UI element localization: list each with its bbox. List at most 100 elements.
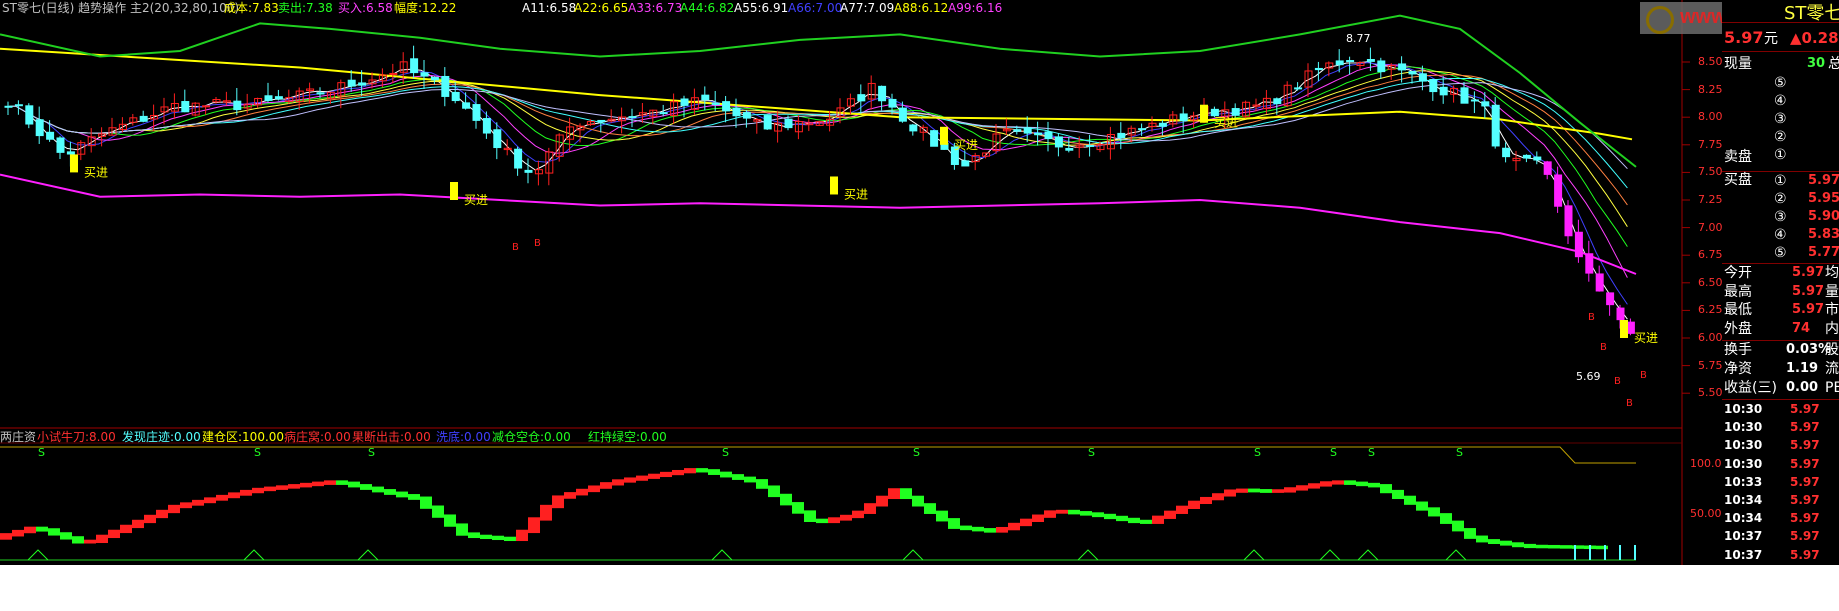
sell-label: 卖盘	[1724, 149, 1752, 165]
sub-block	[216, 494, 228, 501]
sub-triangle	[1319, 549, 1341, 561]
candle	[56, 137, 65, 153]
candle	[1138, 128, 1147, 131]
sub-block	[984, 528, 996, 533]
candle	[1013, 129, 1022, 132]
ma-readout-5: A66:7.00	[788, 1, 843, 15]
sub-block	[444, 514, 456, 527]
sub-block	[876, 495, 888, 507]
buy-label: 买进	[844, 187, 868, 201]
s-marker: S	[1368, 446, 1375, 459]
price-tick-2: 8.00	[1698, 110, 1723, 124]
buy-label: 买进	[464, 193, 488, 207]
lower-band-line	[0, 173, 1637, 275]
sub-block	[1080, 511, 1092, 516]
sub-block	[336, 480, 348, 485]
low-price-label: 5.69	[1576, 370, 1601, 383]
price-tick-11: 5.75	[1698, 358, 1723, 372]
tick-price-0: 5.97	[1790, 402, 1820, 416]
tick-price-8: 5.97	[1790, 547, 1820, 562]
indicator-2: 买入:6.58	[338, 1, 393, 15]
candle	[389, 72, 398, 75]
candle	[14, 104, 23, 107]
sub-block	[1212, 493, 1224, 501]
ma-readout-1: A22:6.65	[574, 1, 629, 15]
candle	[274, 96, 283, 100]
sub-block	[1452, 520, 1464, 532]
quote-price: 5.97	[1724, 28, 1764, 47]
sub-block	[396, 491, 408, 498]
sub-block	[1428, 507, 1440, 517]
sub-block	[48, 528, 60, 536]
sub-block	[852, 510, 864, 519]
sub-block	[768, 485, 780, 498]
sub-block	[348, 481, 360, 488]
candle	[1595, 273, 1604, 292]
sub-block	[312, 481, 324, 487]
sub-block	[804, 510, 816, 522]
sub-indicator-4: 果断出击:0.00	[352, 430, 431, 444]
buy-label: 买盘	[1724, 172, 1752, 188]
candle	[451, 91, 460, 102]
sub-triangle	[1357, 549, 1379, 561]
tick-time-4: 10:33	[1724, 474, 1763, 489]
candle	[1158, 122, 1167, 127]
sell-level-3: ③	[1774, 111, 1787, 127]
price-tick-9: 6.25	[1698, 303, 1723, 317]
sub-block	[924, 503, 936, 514]
stat-value-3: 74	[1792, 320, 1811, 336]
candle	[1564, 205, 1573, 237]
candle	[1502, 147, 1511, 158]
ma-readout-4: A55:6.91	[734, 1, 789, 15]
stat-value-1: 5.97	[1792, 283, 1825, 299]
sub-block	[1176, 505, 1188, 514]
sub-block	[840, 514, 852, 521]
xianliang-value: 30	[1807, 56, 1826, 71]
sub-block	[1200, 496, 1212, 505]
quote-unit: 元	[1764, 31, 1778, 47]
candle	[1065, 147, 1074, 151]
sub-block	[1308, 483, 1320, 489]
price-tick-4: 7.50	[1698, 165, 1723, 179]
b-marker: B	[1626, 398, 1633, 409]
price-chart[interactable]: 买进买进 买进买进买进买进B BBBBBB8.775.69S S S S S S S S S S	[0, 0, 1722, 565]
quote-panel: ST零七 5.97 元 ▲0.28 现量 30 总 ⑤ ④ ③ ② ① 卖盘 买盘 ① 5…	[1722, 0, 1839, 565]
sub-title: 两庄资	[0, 430, 37, 444]
sub-block	[1260, 489, 1272, 493]
price-tick-5: 7.25	[1698, 193, 1723, 206]
buy-level-5: ⑤	[1774, 245, 1787, 261]
indicator-0: 成本:7.83	[224, 1, 279, 15]
buy-label: 买进	[1634, 331, 1658, 345]
sub-block	[960, 525, 972, 531]
candle	[1408, 71, 1417, 75]
sub-block	[72, 536, 84, 544]
candle	[1179, 113, 1188, 122]
sub-indicator-2: 建仓区:100.00	[202, 430, 285, 444]
ma-readout-3: A44:6.82	[680, 1, 735, 15]
indicator-3: 幅度:12.22	[394, 1, 457, 15]
candle	[878, 85, 887, 102]
buy-price-1: 5.97	[1808, 173, 1839, 188]
buy-signal-bar	[450, 182, 458, 200]
sub-block	[1296, 485, 1308, 491]
tick-price-5: 5.97	[1790, 493, 1820, 507]
sub-block	[1392, 489, 1404, 500]
ma-readout-2: A33:6.73	[628, 1, 683, 15]
sub-block	[696, 468, 708, 473]
tick-time-2: 10:30	[1724, 438, 1763, 453]
sub-block	[276, 485, 288, 490]
sub-block	[204, 497, 216, 504]
b-marker: B	[512, 242, 519, 253]
fin-label-0: 换手	[1724, 342, 1752, 358]
sub-block	[1284, 487, 1296, 493]
stat-right-3: 内	[1825, 320, 1839, 337]
stat-label-2: 最低	[1724, 302, 1752, 318]
candle	[347, 79, 356, 87]
s-marker: S	[913, 446, 920, 459]
b-marker: B	[1600, 342, 1607, 353]
candle	[66, 151, 75, 155]
sub-block	[132, 519, 144, 529]
price-tick-3: 7.75	[1698, 137, 1723, 151]
sub-indicator-7: 红持绿空:0.00	[588, 430, 667, 444]
tick-time-3: 10:30	[1724, 456, 1763, 471]
